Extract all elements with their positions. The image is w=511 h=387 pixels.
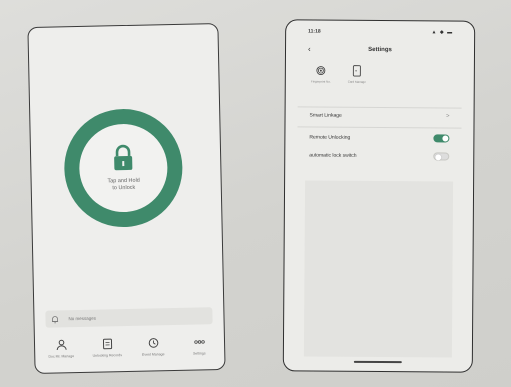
nav-label: Event Manage bbox=[141, 352, 165, 357]
quick-action-card[interactable]: Card Manage bbox=[346, 65, 368, 84]
quick-action-label: Card Manage bbox=[347, 79, 366, 84]
event-icon bbox=[148, 338, 158, 348]
phone-lock-screen: Tap and Hold to Unlock No messages Doc M… bbox=[27, 23, 226, 374]
row-remote-unlocking: Remote Unlocking bbox=[309, 131, 450, 146]
unlock-prompt: Tap and Hold to Unlock bbox=[107, 177, 140, 192]
chevron-left-icon[interactable]: ‹ bbox=[308, 45, 311, 54]
more-icon bbox=[193, 340, 205, 344]
chevron-right-icon: > bbox=[446, 113, 450, 120]
settings-header: ‹ Settings bbox=[286, 42, 474, 57]
row-label: automatic lock switch bbox=[309, 152, 357, 159]
quick-action-fingerprint[interactable]: Fingerprint No. bbox=[310, 65, 332, 84]
status-icons: ▲ ◆ ▬ bbox=[431, 29, 454, 36]
remote-unlocking-toggle[interactable] bbox=[433, 134, 450, 143]
page-title: Settings bbox=[368, 46, 392, 54]
row-smart-linkage[interactable]: Smart Linkage > bbox=[310, 109, 450, 124]
row-label: Remote Unlocking bbox=[309, 134, 351, 141]
nav-item-event-manage[interactable]: Event Manage bbox=[131, 337, 176, 366]
message-bar[interactable]: No messages bbox=[45, 307, 213, 328]
card-icon bbox=[352, 65, 361, 77]
unlock-ring-center[interactable]: Tap and Hold to Unlock bbox=[78, 123, 169, 213]
status-bar: 11:18 ▲ ◆ ▬ bbox=[308, 28, 453, 37]
nav-label: Settings bbox=[192, 351, 206, 356]
nav-item-settings[interactable]: Settings bbox=[177, 336, 222, 365]
phone-settings-screen: 11:18 ▲ ◆ ▬ ‹ Settings Fingerprint No. C… bbox=[282, 19, 476, 373]
nav-item-unlocking-records[interactable]: Unlocking Records bbox=[85, 338, 130, 367]
quick-actions: Fingerprint No. Card Manage bbox=[310, 65, 368, 84]
home-indicator bbox=[353, 360, 402, 364]
divider bbox=[297, 126, 462, 129]
bottom-nav: Doc Mr. Manage Unlocking Records Event M… bbox=[39, 336, 222, 368]
lock-icon bbox=[114, 144, 133, 171]
empty-panel bbox=[303, 180, 454, 358]
toggle-knob bbox=[442, 135, 449, 142]
automatic-lock-toggle[interactable] bbox=[433, 152, 450, 161]
toggle-knob bbox=[435, 153, 442, 160]
nav-item-user-manage[interactable]: Doc Mr. Manage bbox=[39, 339, 84, 368]
quick-action-label: Fingerprint No. bbox=[310, 79, 331, 84]
fingerprint-icon bbox=[316, 66, 326, 76]
records-icon bbox=[102, 338, 112, 350]
unlock-ring[interactable]: Tap and Hold to Unlock bbox=[63, 107, 184, 229]
message-text: No messages bbox=[68, 315, 97, 322]
row-automatic-lock: automatic lock switch bbox=[309, 149, 450, 164]
user-icon bbox=[56, 339, 67, 351]
nav-label: Doc Mr. Manage bbox=[48, 354, 75, 359]
row-label: Smart Linkage bbox=[309, 112, 342, 119]
nav-label: Unlocking Records bbox=[92, 353, 123, 358]
status-time: 11:18 bbox=[308, 28, 321, 35]
bell-icon bbox=[52, 315, 59, 323]
